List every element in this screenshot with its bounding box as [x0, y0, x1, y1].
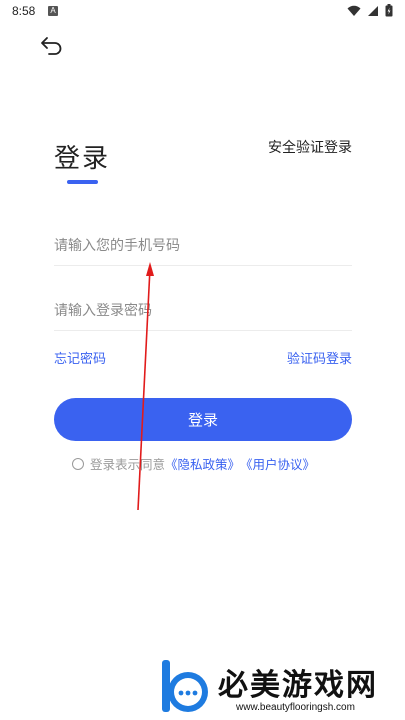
phone-input[interactable]: [54, 226, 352, 265]
phone-field: [54, 226, 352, 266]
title-underline: [67, 180, 98, 184]
page-title: 登录: [54, 144, 111, 174]
signal-icon: [368, 5, 378, 16]
password-field: [54, 291, 352, 331]
watermark: 必美游戏网 www.beautyflooringsh.com: [160, 654, 405, 720]
back-arrow-icon: [41, 37, 62, 55]
secure-login-link[interactable]: 安全验证登录: [268, 137, 352, 157]
forgot-password-link[interactable]: 忘记密码: [54, 348, 106, 367]
privacy-policy-link[interactable]: 《隐私政策》: [165, 454, 240, 473]
agreement-radio[interactable]: [72, 457, 84, 470]
back-button[interactable]: [38, 32, 66, 60]
status-bar: 8:58 A: [0, 0, 405, 24]
agreement-row: 登录表示同意 《隐私政策》 《用户协议》: [72, 454, 315, 473]
watermark-logo-icon: [162, 660, 208, 712]
code-login-link[interactable]: 验证码登录: [287, 348, 352, 367]
notification-badge: A: [48, 6, 58, 16]
watermark-name: 必美游戏网: [218, 668, 378, 703]
status-time: 8:58: [12, 4, 36, 18]
watermark-url: www.beautyflooringsh.com: [236, 702, 355, 713]
password-input[interactable]: [54, 291, 352, 330]
status-icons: [347, 4, 393, 17]
wifi-icon: [347, 5, 361, 16]
login-button[interactable]: 登录: [54, 398, 352, 441]
agreement-prefix: 登录表示同意: [90, 457, 166, 472]
user-agreement-link[interactable]: 《用户协议》: [240, 454, 315, 473]
battery-icon: [385, 4, 393, 17]
